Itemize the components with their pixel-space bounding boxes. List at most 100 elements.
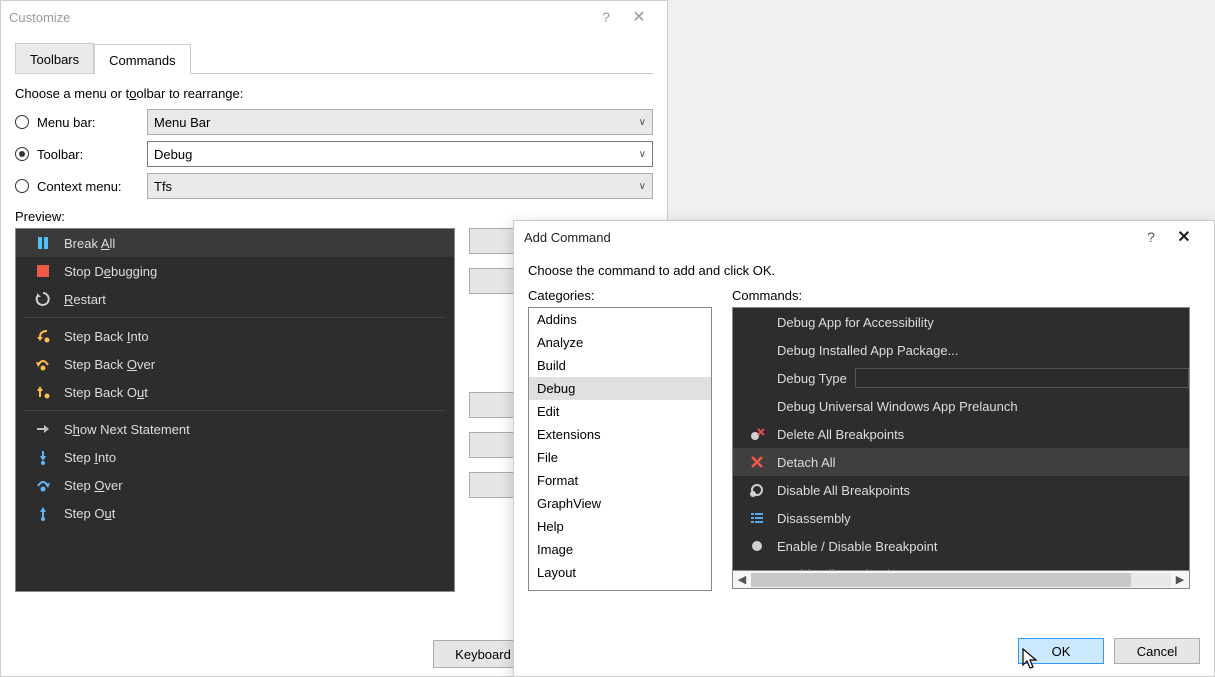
category-item[interactable]: Addins	[529, 308, 711, 331]
command-item-label: Delete All Breakpoints	[777, 427, 904, 442]
step-over-icon	[32, 474, 54, 496]
blank-icon	[745, 367, 769, 389]
category-item[interactable]: Extensions	[529, 423, 711, 446]
command-item[interactable]: Debug Universal Windows App Prelaunch	[733, 392, 1189, 420]
radio-context-label: Context menu:	[37, 179, 147, 194]
pause-icon	[32, 232, 54, 254]
command-item[interactable]: Debug App for Accessibility	[733, 308, 1189, 336]
preview-item[interactable]: Stop Debugging	[16, 257, 454, 285]
horizontal-scrollbar[interactable]: ◀ ▶	[732, 571, 1190, 589]
preview-item-label: Step Back Out	[64, 385, 148, 400]
tab-commands[interactable]: Commands	[94, 44, 190, 74]
radio-menubar[interactable]	[15, 115, 29, 129]
scroll-left-icon[interactable]: ◀	[733, 573, 751, 586]
menubar-select[interactable]: Menu Bar ∨	[147, 109, 653, 135]
command-item[interactable]: Disassembly	[733, 504, 1189, 532]
command-item[interactable]: Enable / Disable Breakpoint	[733, 532, 1189, 560]
toolbar-select[interactable]: Debug ∨	[147, 141, 653, 167]
step-into-icon	[32, 446, 54, 468]
preview-item-label: Step Back Into	[64, 329, 149, 344]
step-back-over-icon	[32, 353, 54, 375]
command-item[interactable]: Disable All Breakpoints	[733, 476, 1189, 504]
help-icon[interactable]: ?	[593, 9, 619, 25]
command-item[interactable]: Debug Type	[733, 364, 1189, 392]
help-icon[interactable]: ?	[1138, 229, 1164, 245]
restart-icon	[32, 288, 54, 310]
category-item[interactable]: Edit	[529, 400, 711, 423]
category-item[interactable]: Image	[529, 538, 711, 561]
tab-toolbars[interactable]: Toolbars	[15, 43, 94, 73]
command-item-label: Debug Installed App Package...	[777, 343, 958, 358]
preview-item[interactable]: Restart	[16, 285, 454, 313]
step-back-out-icon	[32, 381, 54, 403]
command-item-label: Disable All Breakpoints	[777, 483, 910, 498]
category-item[interactable]: Format	[529, 469, 711, 492]
preview-item-label: Step Into	[64, 450, 116, 465]
disassembly-icon	[745, 507, 769, 529]
separator	[24, 410, 446, 411]
ok-button[interactable]: OK	[1018, 638, 1104, 664]
category-item[interactable]: File	[529, 446, 711, 469]
breakpoints-disable-icon	[745, 479, 769, 501]
categories-label: Categories:	[528, 288, 712, 303]
blank-icon	[745, 311, 769, 333]
separator	[24, 317, 446, 318]
preview-item[interactable]: Step Into	[16, 443, 454, 471]
command-item-label: Debug App for Accessibility	[777, 315, 934, 330]
command-item[interactable]: Delete All Breakpoints	[733, 420, 1189, 448]
category-item[interactable]: Analyze	[529, 331, 711, 354]
radio-toolbar[interactable]	[15, 147, 29, 161]
preview-item[interactable]: Show Next Statement	[16, 415, 454, 443]
step-out-icon	[32, 502, 54, 524]
preview-item[interactable]: Break All	[16, 229, 454, 257]
tabs: Toolbars Commands	[15, 43, 653, 74]
stop-icon	[32, 260, 54, 282]
commands-label: Commands:	[732, 288, 1200, 303]
category-item[interactable]: Build	[529, 354, 711, 377]
preview-item[interactable]: Step Back Into	[16, 322, 454, 350]
addcmd-title: Add Command	[524, 230, 1138, 245]
scroll-right-icon[interactable]: ▶	[1171, 573, 1189, 586]
chevron-down-icon: ∨	[639, 181, 646, 192]
preview-item-label: Restart	[64, 292, 106, 307]
chevron-down-icon: ∨	[639, 149, 646, 160]
categories-list[interactable]: AddinsAnalyzeBuildDebugEditExtensionsFil…	[528, 307, 712, 591]
command-item-label: Debug Universal Windows App Prelaunch	[777, 399, 1018, 414]
preview-list[interactable]: Break All Stop Debugging Restart Step Back …	[15, 228, 455, 592]
blank-icon	[745, 563, 769, 571]
command-item-label: Disassembly	[777, 511, 851, 526]
customize-titlebar: Customize ? ✕	[1, 1, 667, 33]
chevron-down-icon: ∨	[639, 117, 646, 128]
command-item-label: Enable / Disable Breakpoint	[777, 539, 937, 554]
arrow-right-icon	[32, 418, 54, 440]
command-item[interactable]: Debug Installed App Package...	[733, 336, 1189, 364]
preview-item[interactable]: Step Back Over	[16, 350, 454, 378]
close-icon[interactable]: ✕	[619, 7, 659, 27]
cancel-button[interactable]: Cancel	[1114, 638, 1200, 664]
command-item[interactable]: Enable All Breakpoints	[733, 560, 1189, 571]
detach-icon	[745, 451, 769, 473]
debug-type-value-field[interactable]	[855, 368, 1189, 388]
category-item[interactable]: GraphView	[529, 492, 711, 515]
command-item-label: Debug Type	[777, 371, 847, 386]
addcmd-instructions: Choose the command to add and click OK.	[528, 263, 1200, 278]
radio-context[interactable]	[15, 179, 29, 193]
preview-item-label: Step Back Over	[64, 357, 155, 372]
preview-item-label: Stop Debugging	[64, 264, 157, 279]
addcmd-titlebar: Add Command ? ✕	[514, 221, 1214, 253]
preview-item[interactable]: Step Back Out	[16, 378, 454, 406]
context-select[interactable]: Tfs ∨	[147, 173, 653, 199]
preview-item[interactable]: Step Out	[16, 499, 454, 527]
commands-list[interactable]: Debug App for Accessibility Debug Install…	[732, 307, 1190, 571]
command-item[interactable]: Detach All	[733, 448, 1189, 476]
command-item-label: Detach All	[777, 455, 836, 470]
preview-item[interactable]: Step Over	[16, 471, 454, 499]
category-item[interactable]: Debug	[529, 377, 711, 400]
preview-item-label: Break All	[64, 236, 115, 251]
radio-menubar-label: Menu bar:	[37, 115, 147, 130]
preview-item-label: Show Next Statement	[64, 422, 190, 437]
radio-toolbar-label: Toolbar:	[37, 147, 147, 162]
close-icon[interactable]: ✕	[1164, 227, 1204, 247]
category-item[interactable]: Layout	[529, 561, 711, 584]
category-item[interactable]: Help	[529, 515, 711, 538]
